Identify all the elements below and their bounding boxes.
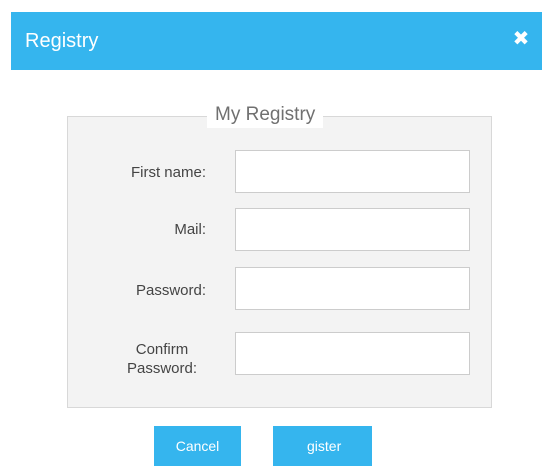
confirm-password-label-line2: Password: bbox=[126, 360, 198, 377]
confirm-password-input[interactable] bbox=[235, 332, 470, 375]
first-name-input[interactable] bbox=[235, 150, 470, 193]
register-button-label: gister bbox=[307, 438, 342, 454]
password-label: Password: bbox=[135, 282, 206, 299]
dialog-header: Registry ✖ bbox=[11, 12, 542, 70]
close-icon[interactable]: ✖ bbox=[510, 27, 532, 50]
legend-line-right bbox=[352, 116, 492, 117]
cancel-button[interactable]: Cancel bbox=[154, 426, 241, 466]
mail-input[interactable] bbox=[235, 208, 470, 251]
legend-line-left bbox=[67, 116, 207, 117]
first-name-label: First name: bbox=[130, 164, 206, 181]
password-input[interactable] bbox=[235, 267, 470, 310]
confirm-password-label-line1: Confirm bbox=[135, 341, 189, 358]
register-button-overlay bbox=[273, 426, 303, 466]
dialog-title: Registry bbox=[25, 30, 99, 52]
fieldset-legend: My Registry bbox=[207, 102, 324, 128]
mail-label: Mail: bbox=[174, 221, 206, 238]
